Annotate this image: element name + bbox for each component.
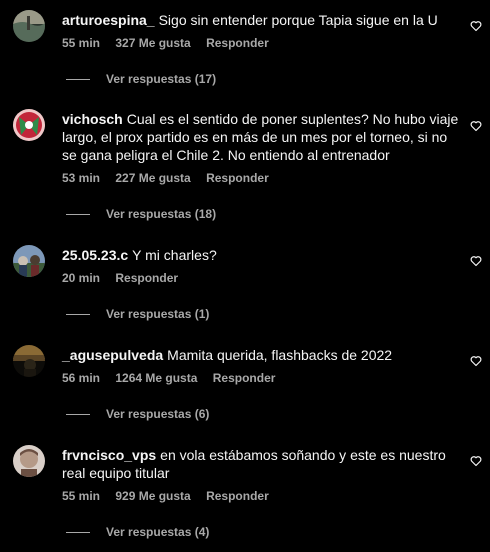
view-replies-label: Ver respuestas (4) (106, 525, 210, 539)
comment-text-line: vichosch Cual es el sentido de poner supl… (62, 110, 462, 164)
heart-icon[interactable] (470, 455, 482, 467)
comment-text-line: 25.05.23.c Y mi charles? (62, 246, 462, 264)
replies-divider (66, 313, 90, 315)
heart-icon[interactable] (470, 120, 482, 132)
comment-time: 20 min (62, 271, 101, 285)
comment-username[interactable]: arturoespina_ (62, 12, 155, 28)
replies-divider (66, 78, 90, 80)
comment-meta: 20 min Responder (62, 270, 462, 286)
comment-likes[interactable]: 1264 Me gusta (115, 371, 197, 385)
heart-icon[interactable] (470, 20, 482, 32)
heart-icon[interactable] (470, 255, 482, 267)
comment-time: 55 min (62, 489, 101, 503)
comment-likes[interactable]: 227 Me gusta (115, 171, 190, 185)
avatar[interactable] (13, 10, 45, 42)
view-replies-button[interactable]: Ver respuestas (4) (66, 525, 209, 539)
comment-time: 55 min (62, 36, 101, 50)
comment-body: frvncisco_vps en vola estábamos soñando y… (62, 446, 462, 504)
comment-username[interactable]: frvncisco_vps (62, 447, 156, 463)
avatar-image (13, 10, 45, 42)
view-replies-button[interactable]: Ver respuestas (18) (66, 207, 216, 221)
view-replies-label: Ver respuestas (1) (106, 307, 210, 321)
comment-likes[interactable]: 327 Me gusta (115, 36, 190, 50)
comment-meta: 55 min 327 Me gusta Responder (62, 35, 462, 51)
replies-divider (66, 531, 90, 533)
comment-time: 56 min (62, 371, 101, 385)
comment-meta: 56 min 1264 Me gusta Responder (62, 370, 462, 386)
replies-divider (66, 413, 90, 415)
comment-body: arturoespina_ Sigo sin entender porque Ta… (62, 11, 462, 51)
reply-button[interactable]: Responder (206, 489, 269, 503)
comment-text-line: _agusepulveda Mamita querida, flashbacks … (62, 346, 462, 364)
comment-meta: 55 min 929 Me gusta Responder (62, 488, 462, 504)
comment-text-line: frvncisco_vps en vola estábamos soñando y… (62, 446, 462, 482)
comment-body: _agusepulveda Mamita querida, flashbacks … (62, 346, 462, 386)
view-replies-label: Ver respuestas (18) (106, 207, 217, 221)
avatar[interactable] (13, 109, 45, 141)
view-replies-button[interactable]: Ver respuestas (6) (66, 407, 209, 421)
avatar-image (13, 345, 45, 377)
reply-button[interactable]: Responder (213, 371, 276, 385)
view-replies-button[interactable]: Ver respuestas (17) (66, 72, 216, 86)
view-replies-button[interactable]: Ver respuestas (1) (66, 307, 209, 321)
view-replies-label: Ver respuestas (17) (106, 72, 217, 86)
view-replies-label: Ver respuestas (6) (106, 407, 210, 421)
replies-divider (66, 213, 90, 215)
avatar[interactable] (13, 245, 45, 277)
comment-meta: 53 min 227 Me gusta Responder (62, 170, 462, 186)
reply-button[interactable]: Responder (206, 171, 269, 185)
comment-username[interactable]: _agusepulveda (62, 347, 163, 363)
comment-text-line: arturoespina_ Sigo sin entender porque Ta… (62, 11, 462, 29)
reply-button[interactable]: Responder (206, 36, 269, 50)
avatar[interactable] (13, 345, 45, 377)
avatar-image (13, 245, 45, 277)
comment-body: vichosch Cual es el sentido de poner supl… (62, 110, 462, 186)
avatar-image (13, 109, 45, 141)
comment-likes[interactable]: 929 Me gusta (115, 489, 190, 503)
comment-text: Y mi charles? (132, 247, 217, 263)
comment-body: 25.05.23.c Y mi charles? 20 min Responder (62, 246, 462, 286)
avatar-image (13, 445, 45, 477)
heart-icon[interactable] (470, 355, 482, 367)
comment-text: Sigo sin entender porque Tapia sigue en … (158, 12, 438, 28)
reply-button[interactable]: Responder (115, 271, 178, 285)
avatar[interactable] (13, 445, 45, 477)
comment-time: 53 min (62, 171, 101, 185)
comment-text: Mamita querida, flashbacks de 2022 (167, 347, 393, 363)
comment-username[interactable]: vichosch (62, 111, 123, 127)
comment-username[interactable]: 25.05.23.c (62, 247, 128, 263)
